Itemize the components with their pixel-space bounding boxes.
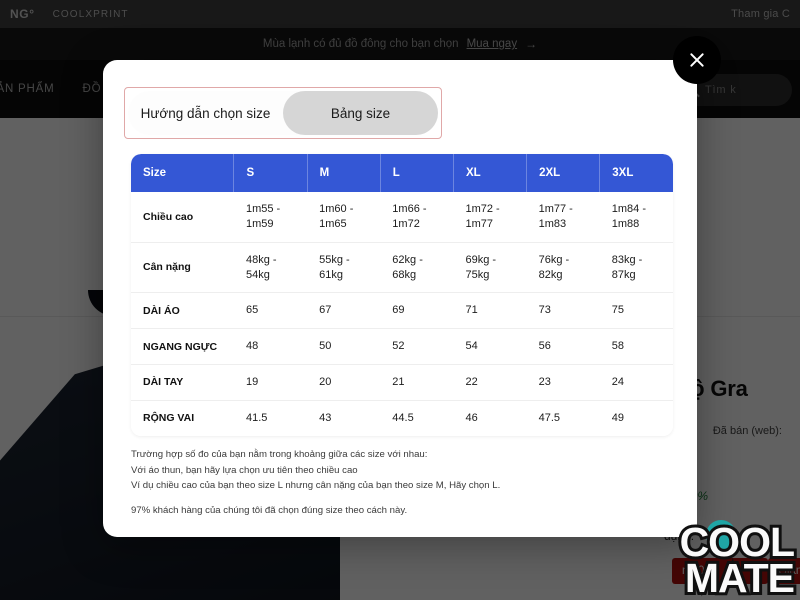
cell-weight-3xl: 83kg - 87kg xyxy=(599,242,673,294)
col-header-2xl: 2XL xyxy=(526,154,601,192)
cell-shirtlen-m: 67 xyxy=(307,292,381,330)
note-line-3: Ví dụ chiều cao của bạn theo size L nhưn… xyxy=(131,480,501,492)
cell-sleeve-3xl: 24 xyxy=(599,364,673,401)
page-root: NG° COOLXPRINT Tham gia C Mùa lạnh có đủ… xyxy=(0,0,800,600)
cell-chest-s: 48 xyxy=(233,328,308,366)
col-header-xl: XL xyxy=(453,154,528,192)
size-guide-tab-group: Hướng dẫn chọn size Bảng size xyxy=(124,87,442,139)
cell-sleeve-2xl: 23 xyxy=(526,364,600,401)
cell-weight-2xl: 76kg - 82kg xyxy=(526,242,600,294)
table-header-row: Size S M L XL 2XL 3XL xyxy=(131,154,673,192)
cell-shoulder-xl: 46 xyxy=(465,411,478,424)
col-header-s: S xyxy=(233,154,308,192)
cell-shoulder-3xl: 49 xyxy=(611,411,625,424)
cell-chest-2xl: 56 xyxy=(526,328,600,366)
cell-chest-m: 50 xyxy=(307,328,381,366)
row-label-chest-width: NGANG NGỰC xyxy=(131,328,234,366)
row-label-sleeve-length: DÀI TAY xyxy=(131,364,234,401)
col-header-m: M xyxy=(307,154,381,192)
cell-chest-3xl: 58 xyxy=(599,328,673,366)
row-label-shirt-length: DÀI ÁO xyxy=(131,292,234,330)
cell-sleeve-m: 20 xyxy=(307,364,381,401)
tab-size-guide[interactable]: Hướng dẫn chọn size xyxy=(128,91,283,135)
note-spacer xyxy=(131,494,651,503)
cell-shirtlen-2xl: 73 xyxy=(526,292,600,330)
table-row: DÀI ÁO 65 67 69 71 73 75 xyxy=(131,292,673,330)
col-header-3xl: 3XL xyxy=(599,154,673,192)
cell-height-m: 1m60 - 1m65 xyxy=(307,192,381,243)
col-header-l: L xyxy=(380,154,454,192)
cell-shirtlen-3xl: 75 xyxy=(599,292,673,330)
size-chart-card: Size S M L XL 2XL 3XL Chiều cao 1m55 - 1… xyxy=(131,154,673,436)
cell-weight-l: 62kg - 68kg xyxy=(380,242,454,294)
cell-sleeve-xl: 22 xyxy=(453,364,527,401)
cell-height-s: 1m55 - 1m59 xyxy=(233,192,308,243)
cell-weight-xl: 69kg - 75kg xyxy=(453,242,527,294)
cell-shirtlen-l: 69 xyxy=(380,292,454,330)
note-line-4: 97% khách hàng của chúng tôi đã chọn đún… xyxy=(131,504,408,516)
row-label-height: Chiều cao xyxy=(131,192,234,243)
note-line-2: Với áo thun, bạn hãy lựa chọn ưu tiên th… xyxy=(131,464,358,476)
cell-chest-l: 52 xyxy=(380,328,454,366)
size-guide-notes: Trường hợp số đo của bạn nằm trong khoản… xyxy=(131,447,651,518)
cell-height-3xl: 1m84 - 1m88 xyxy=(599,192,673,243)
cell-height-l: 1m66 - 1m72 xyxy=(380,192,454,243)
close-icon xyxy=(688,51,706,69)
cell-shoulder-s: 41.5 xyxy=(245,411,268,424)
cell-height-2xl: 1m77 - 1m83 xyxy=(526,192,600,243)
cell-height-xl: 1m72 - 1m77 xyxy=(453,192,527,243)
cell-sleeve-l: 21 xyxy=(380,364,454,401)
table-row: Chiều cao 1m55 - 1m59 1m60 - 1m65 1m66 -… xyxy=(131,192,673,243)
table-row: Cân nặng 48kg - 54kg 55kg - 61kg 62kg - … xyxy=(131,242,673,294)
cell-shoulder-m: 43 xyxy=(319,411,332,424)
cell-shirtlen-xl: 71 xyxy=(453,292,527,330)
size-guide-modal: Hướng dẫn chọn size Bảng size Size S M L… xyxy=(103,60,697,537)
cell-shoulder-2xl: 47.5 xyxy=(538,411,561,424)
cell-sleeve-s: 19 xyxy=(233,364,308,401)
size-chart-table: Size S M L XL 2XL 3XL Chiều cao 1m55 - 1… xyxy=(131,154,673,436)
cell-shirtlen-s: 65 xyxy=(233,292,308,330)
col-header-size: Size xyxy=(131,154,235,192)
row-label-weight: Cân nặng xyxy=(131,242,234,294)
table-row: DÀI TAY 19 20 21 22 23 24 xyxy=(131,364,673,401)
row-label-shoulder-width: RỘNG VAI xyxy=(143,412,195,425)
table-row: NGANG NGỰC 48 50 52 54 56 58 xyxy=(131,328,673,366)
cell-weight-m: 55kg - 61kg xyxy=(307,242,381,294)
note-line-1: Trường hợp số đo của bạn nằm trong khoản… xyxy=(131,449,428,460)
cell-weight-s: 48kg - 54kg xyxy=(233,242,308,294)
cell-chest-xl: 54 xyxy=(453,328,527,366)
cell-shoulder-l: 44.5 xyxy=(392,411,414,424)
tab-size-chart[interactable]: Bảng size xyxy=(283,91,438,135)
close-modal-button[interactable] xyxy=(673,36,721,84)
table-row: RỘNG VAI 41.5 43 44.5 46 47.5 49 xyxy=(131,400,673,435)
